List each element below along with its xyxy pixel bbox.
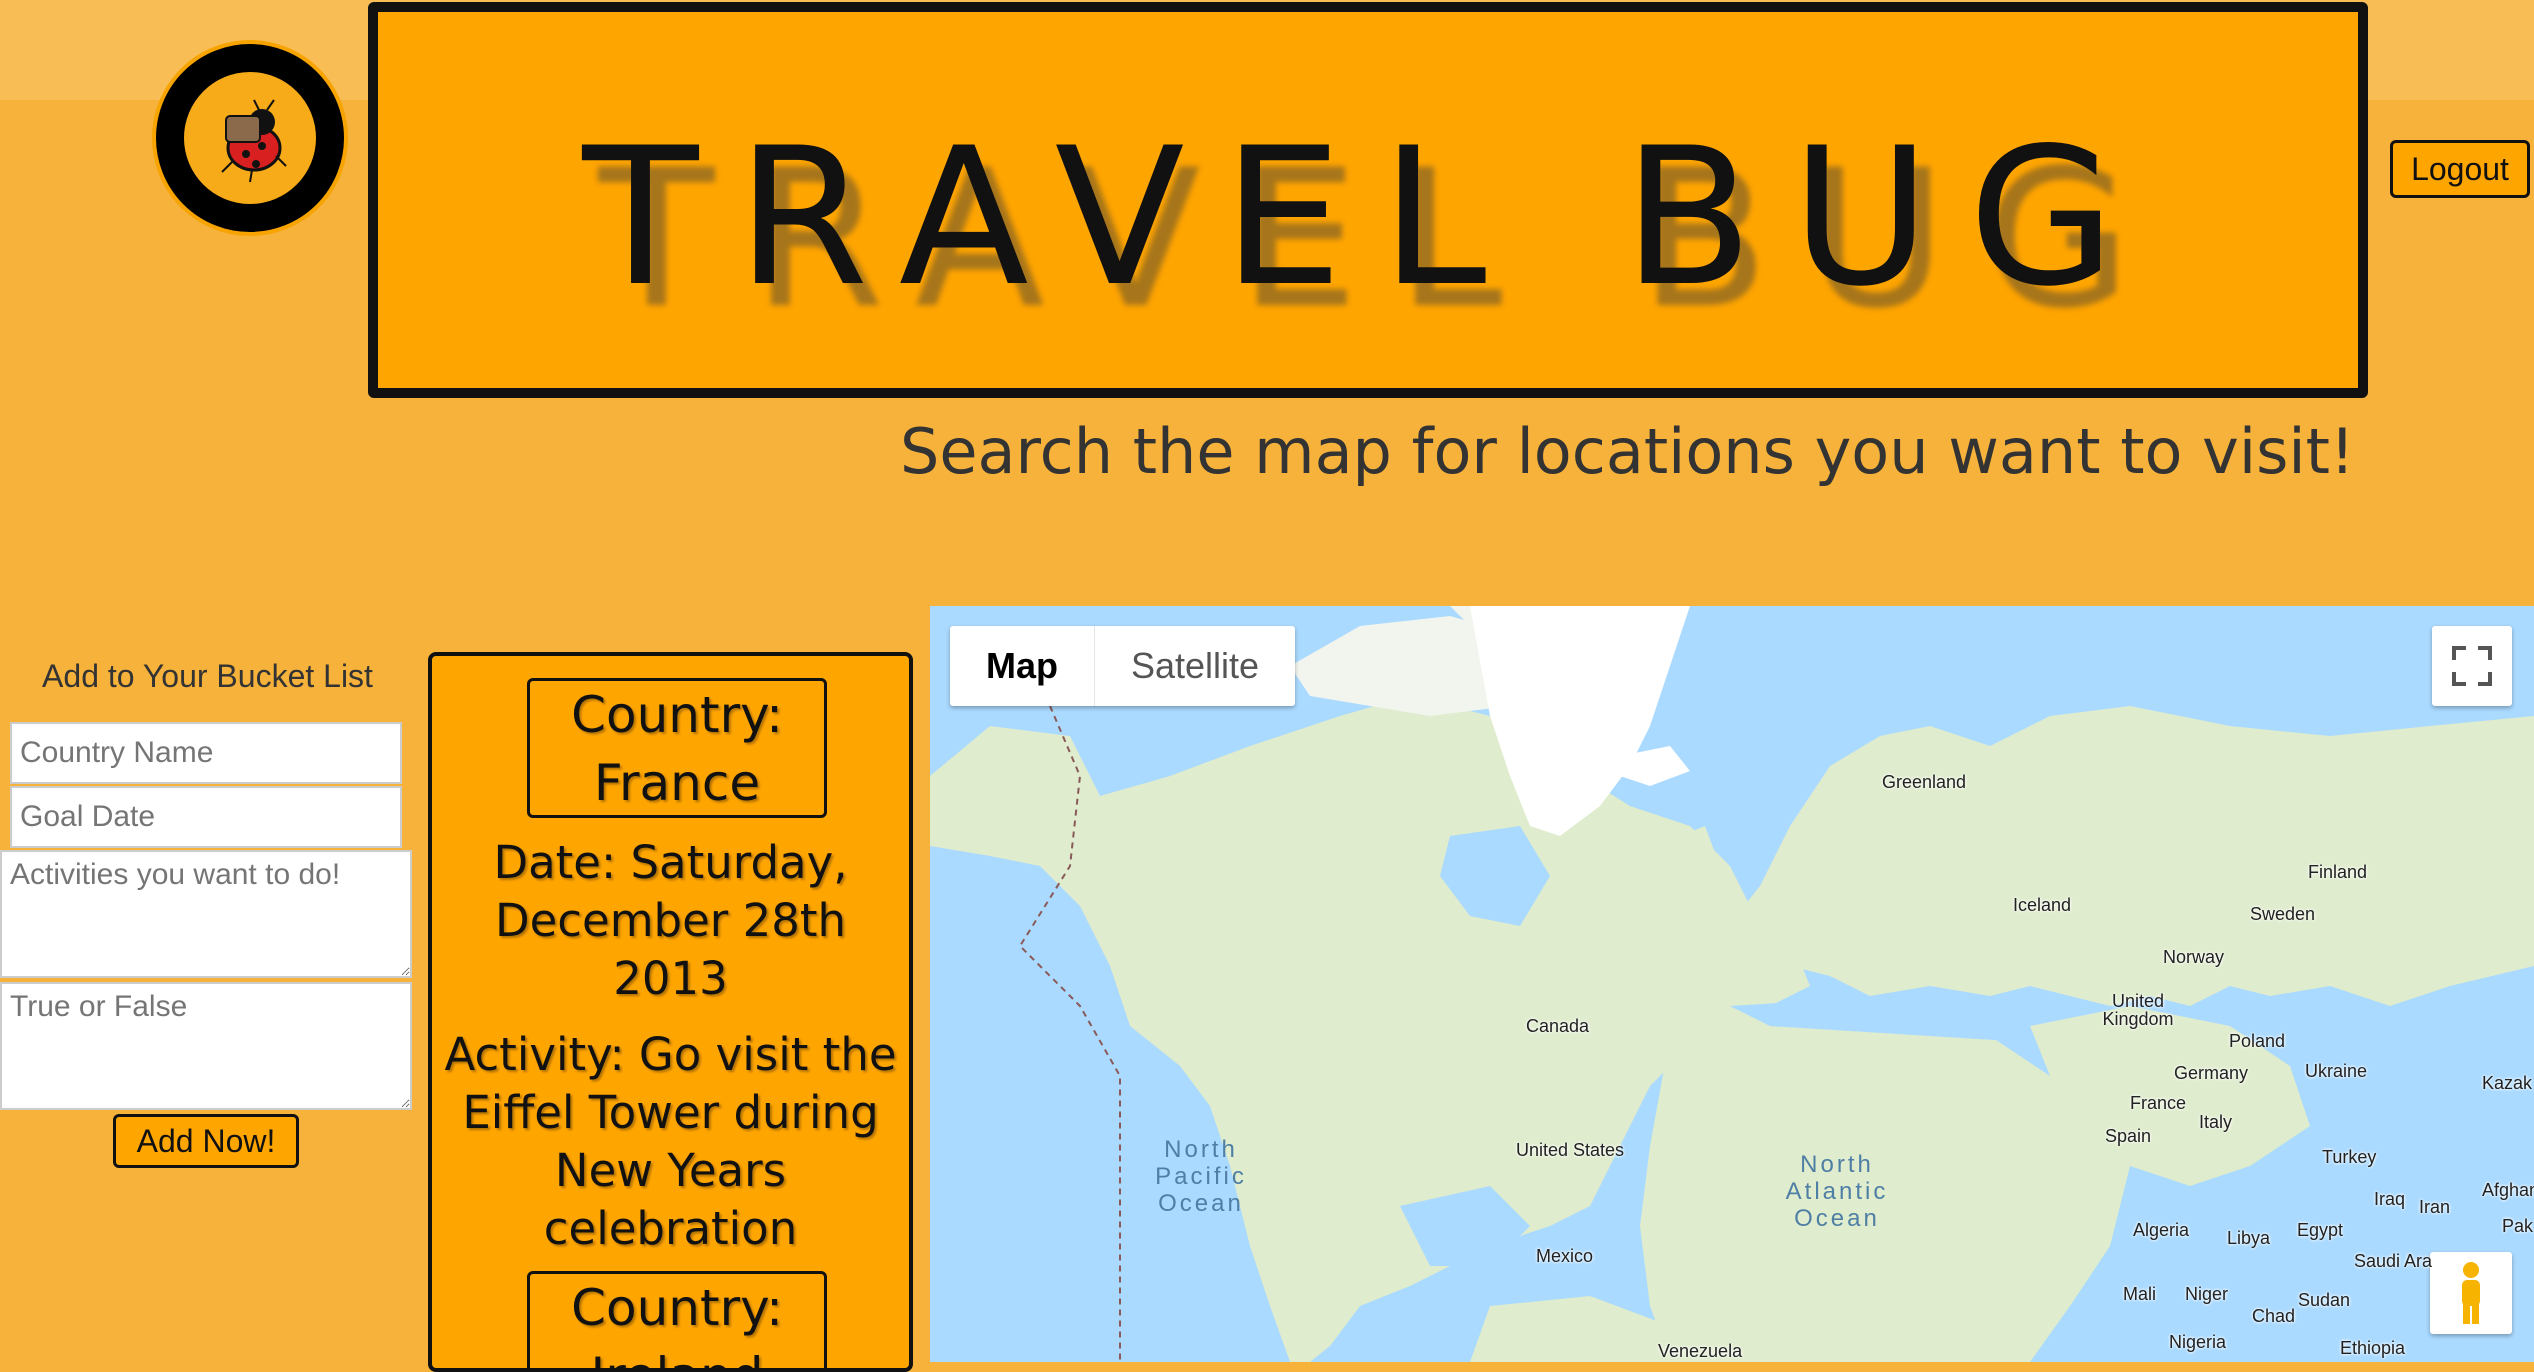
goal-date-text: Date: Saturday, December 28th 2013 [493, 836, 848, 1005]
map-label: Iceland [2013, 895, 2072, 915]
map-label: United Kingdom [2102, 991, 2174, 1029]
country-box: Country: France [527, 678, 827, 818]
form-title: Add to Your Bucket List [42, 658, 373, 694]
map-label: Canada [1526, 1016, 1590, 1036]
map-label: Sudan [2298, 1290, 2351, 1310]
pegman-icon[interactable] [2430, 1252, 2512, 1334]
map-label: Germany [2174, 1063, 2249, 1083]
map-label: Finland [2308, 862, 2368, 882]
logout-button[interactable]: Logout [2390, 140, 2530, 198]
activities-textarea[interactable] [0, 850, 412, 978]
map-type-control[interactable]: Map Satellite [950, 626, 1296, 706]
ocean-label: North Atlantic Ocean [1785, 1151, 1889, 1232]
map-label: Saudi Ara [2354, 1251, 2433, 1271]
ladybug-logo[interactable] [152, 40, 348, 236]
goal-date-input[interactable] [10, 786, 402, 848]
map-label: Norway [2163, 947, 2225, 967]
map-label: Afghan [2482, 1180, 2534, 1200]
map-label: Libya [2227, 1228, 2271, 1248]
ladybug-icon [184, 72, 316, 204]
map-label: Mexico [1536, 1246, 1594, 1266]
country-box: Country: Ireland [527, 1271, 827, 1368]
map-label: Poland [2229, 1031, 2286, 1051]
map-label: Iraq [2374, 1189, 2406, 1209]
satellite-view-button[interactable]: Satellite [1094, 626, 1295, 706]
map-label: Niger [2185, 1284, 2229, 1304]
add-now-button[interactable]: Add Now! [113, 1114, 299, 1168]
map-label: Iran [2419, 1197, 2451, 1217]
map-label: Venezuela [1658, 1341, 1743, 1361]
map-label: Kazak [2482, 1073, 2533, 1093]
map-label: Greenland [1882, 772, 1967, 792]
map-label: Sweden [2250, 904, 2316, 924]
map-view-button[interactable]: Map [950, 626, 1094, 706]
world-map[interactable]: Map Satellite Greenland Iceland Finland … [930, 606, 2534, 1362]
map-label: Turkey [2322, 1147, 2377, 1167]
map-label: Italy [2199, 1112, 2233, 1132]
map-label: Algeria [2133, 1220, 2190, 1240]
map-tiles [930, 606, 2534, 1362]
site-title: TRAVEL BUG [582, 107, 2154, 328]
map-label: Ethiopia [2340, 1338, 2406, 1358]
activity-text: Activity: Go visit the Eiffel Tower duri… [444, 1028, 897, 1255]
title-banner: TRAVEL BUG [368, 2, 2368, 398]
true-false-textarea[interactable] [0, 982, 412, 1110]
country-name-input[interactable] [10, 722, 402, 784]
bucket-list-panel[interactable]: Country: France Date: Saturday, December… [428, 652, 913, 1372]
fullscreen-icon[interactable] [2432, 626, 2512, 706]
map-label: Egypt [2297, 1220, 2344, 1240]
map-label: Pak [2502, 1216, 2534, 1236]
map-label: Mali [2123, 1284, 2157, 1304]
page-subtitle: Search the map for locations you want to… [900, 415, 2355, 488]
map-label: Spain [2105, 1126, 2152, 1146]
ocean-label: North Pacific Ocean [1155, 1136, 1247, 1217]
map-label: Chad [2252, 1306, 2296, 1326]
map-label: France [2130, 1093, 2187, 1113]
map-label: Nigeria [2169, 1332, 2227, 1352]
map-label: Ukraine [2305, 1061, 2368, 1081]
map-label: United States [1516, 1140, 1625, 1160]
